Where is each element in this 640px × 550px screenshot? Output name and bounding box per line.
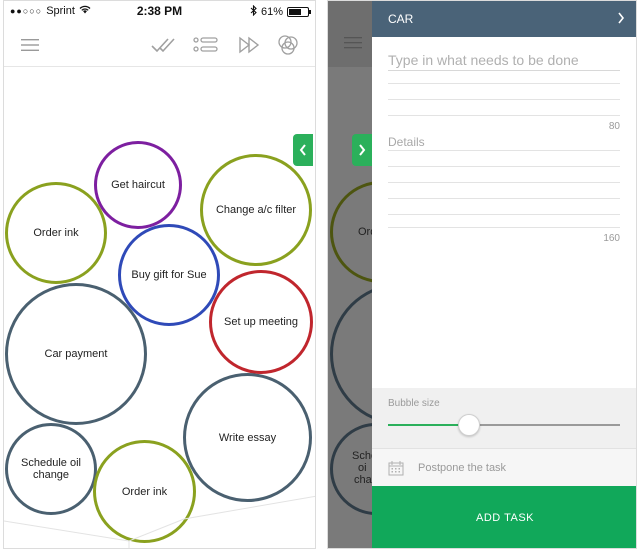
slider-fill	[388, 424, 470, 426]
bubble-label: Schedule oil change	[21, 457, 81, 481]
calendar-icon	[388, 460, 404, 475]
title-char-limit: 80	[608, 121, 620, 132]
bubble-label: Change a/c filter	[215, 204, 297, 216]
battery-percent: 61%	[260, 6, 283, 18]
bubble-size-slider[interactable]	[388, 424, 620, 426]
battery-icon	[287, 7, 311, 17]
close-panel-handle[interactable]	[352, 134, 372, 166]
bubble-get-haircut[interactable]: Get haircut	[94, 141, 182, 229]
slider-thumb[interactable]	[458, 414, 481, 436]
checkmarks-icon[interactable]	[149, 31, 177, 59]
divider	[388, 115, 620, 116]
add-task-button[interactable]: ADD TASK	[372, 486, 636, 548]
divider	[388, 214, 620, 215]
bubble-label: Buy gift for Sue	[131, 269, 207, 281]
menu-icon	[344, 37, 362, 49]
status-bar: ●●○○○ Sprint 2:38 PM 61%	[4, 1, 315, 23]
bubble-canvas: Get haircut Change a/c filter Order ink …	[4, 68, 315, 548]
divider	[388, 227, 620, 228]
dimmed-label: Sche	[352, 450, 372, 462]
task-details-input[interactable]	[388, 133, 620, 151]
bubble-label: Get haircut	[111, 179, 165, 191]
bubble-label: Write essay	[218, 431, 277, 444]
divider	[388, 83, 620, 84]
bubble-set-up-meeting[interactable]: Set up meeting	[209, 270, 313, 374]
add-task-panel: CAR 80 160 Bubble size	[372, 1, 636, 548]
divider	[388, 99, 620, 100]
bubble-label: Set up meeting	[224, 316, 298, 328]
postpone-button[interactable]: Postpone the task	[372, 448, 636, 486]
chevron-right-icon[interactable]	[616, 10, 626, 26]
dimmed-background: Ord Sche oi cha	[328, 1, 372, 548]
details-char-limit: 160	[603, 233, 620, 244]
bubble-buy-gift[interactable]: Buy gift for Sue	[118, 224, 220, 326]
bubble-car-payment[interactable]: Car payment	[5, 283, 147, 425]
menu-icon[interactable]	[16, 31, 44, 59]
bubble-size-label: Bubble size	[388, 398, 440, 409]
bubble-label: Order ink	[33, 227, 79, 239]
battery-fill	[289, 9, 302, 15]
task-title-input[interactable]	[388, 49, 620, 71]
divider	[388, 182, 620, 183]
bubbles-screen: ●●○○○ Sprint 2:38 PM 61% Get haircut Cha…	[3, 0, 316, 549]
category-header[interactable]: CAR	[372, 1, 636, 37]
bubble-order-ink[interactable]: Order ink	[5, 182, 107, 284]
divider	[388, 166, 620, 167]
bubble-write-essay[interactable]: Write essay	[183, 373, 312, 502]
circles-icon[interactable]	[274, 31, 302, 59]
bubble-label: Car payment	[44, 348, 108, 360]
dimmed-label: cha	[354, 474, 372, 486]
top-toolbar	[4, 23, 315, 67]
fast-forward-icon[interactable]	[236, 31, 264, 59]
dimmed-bubble	[330, 283, 372, 425]
chevron-right-icon	[359, 144, 366, 156]
open-panel-handle[interactable]	[293, 134, 313, 166]
bubble-size-section: Bubble size	[372, 388, 636, 448]
chevron-left-icon	[299, 144, 306, 156]
bubble-change-ac-filter[interactable]: Change a/c filter	[200, 154, 312, 266]
perspective-lines	[4, 495, 315, 548]
dimmed-label: oi	[358, 462, 367, 474]
list-icon[interactable]	[192, 31, 220, 59]
dimmed-label: Ord	[358, 226, 372, 238]
task-panel-screen: Ord Sche oi cha CAR 80 160 Bubble size	[327, 0, 637, 549]
category-label: CAR	[388, 12, 414, 26]
dimmed-toolbar	[328, 1, 372, 67]
postpone-label: Postpone the task	[418, 461, 507, 474]
divider	[388, 198, 620, 199]
bluetooth-icon	[250, 4, 257, 19]
divider	[388, 150, 620, 151]
add-task-label: ADD TASK	[476, 512, 534, 524]
